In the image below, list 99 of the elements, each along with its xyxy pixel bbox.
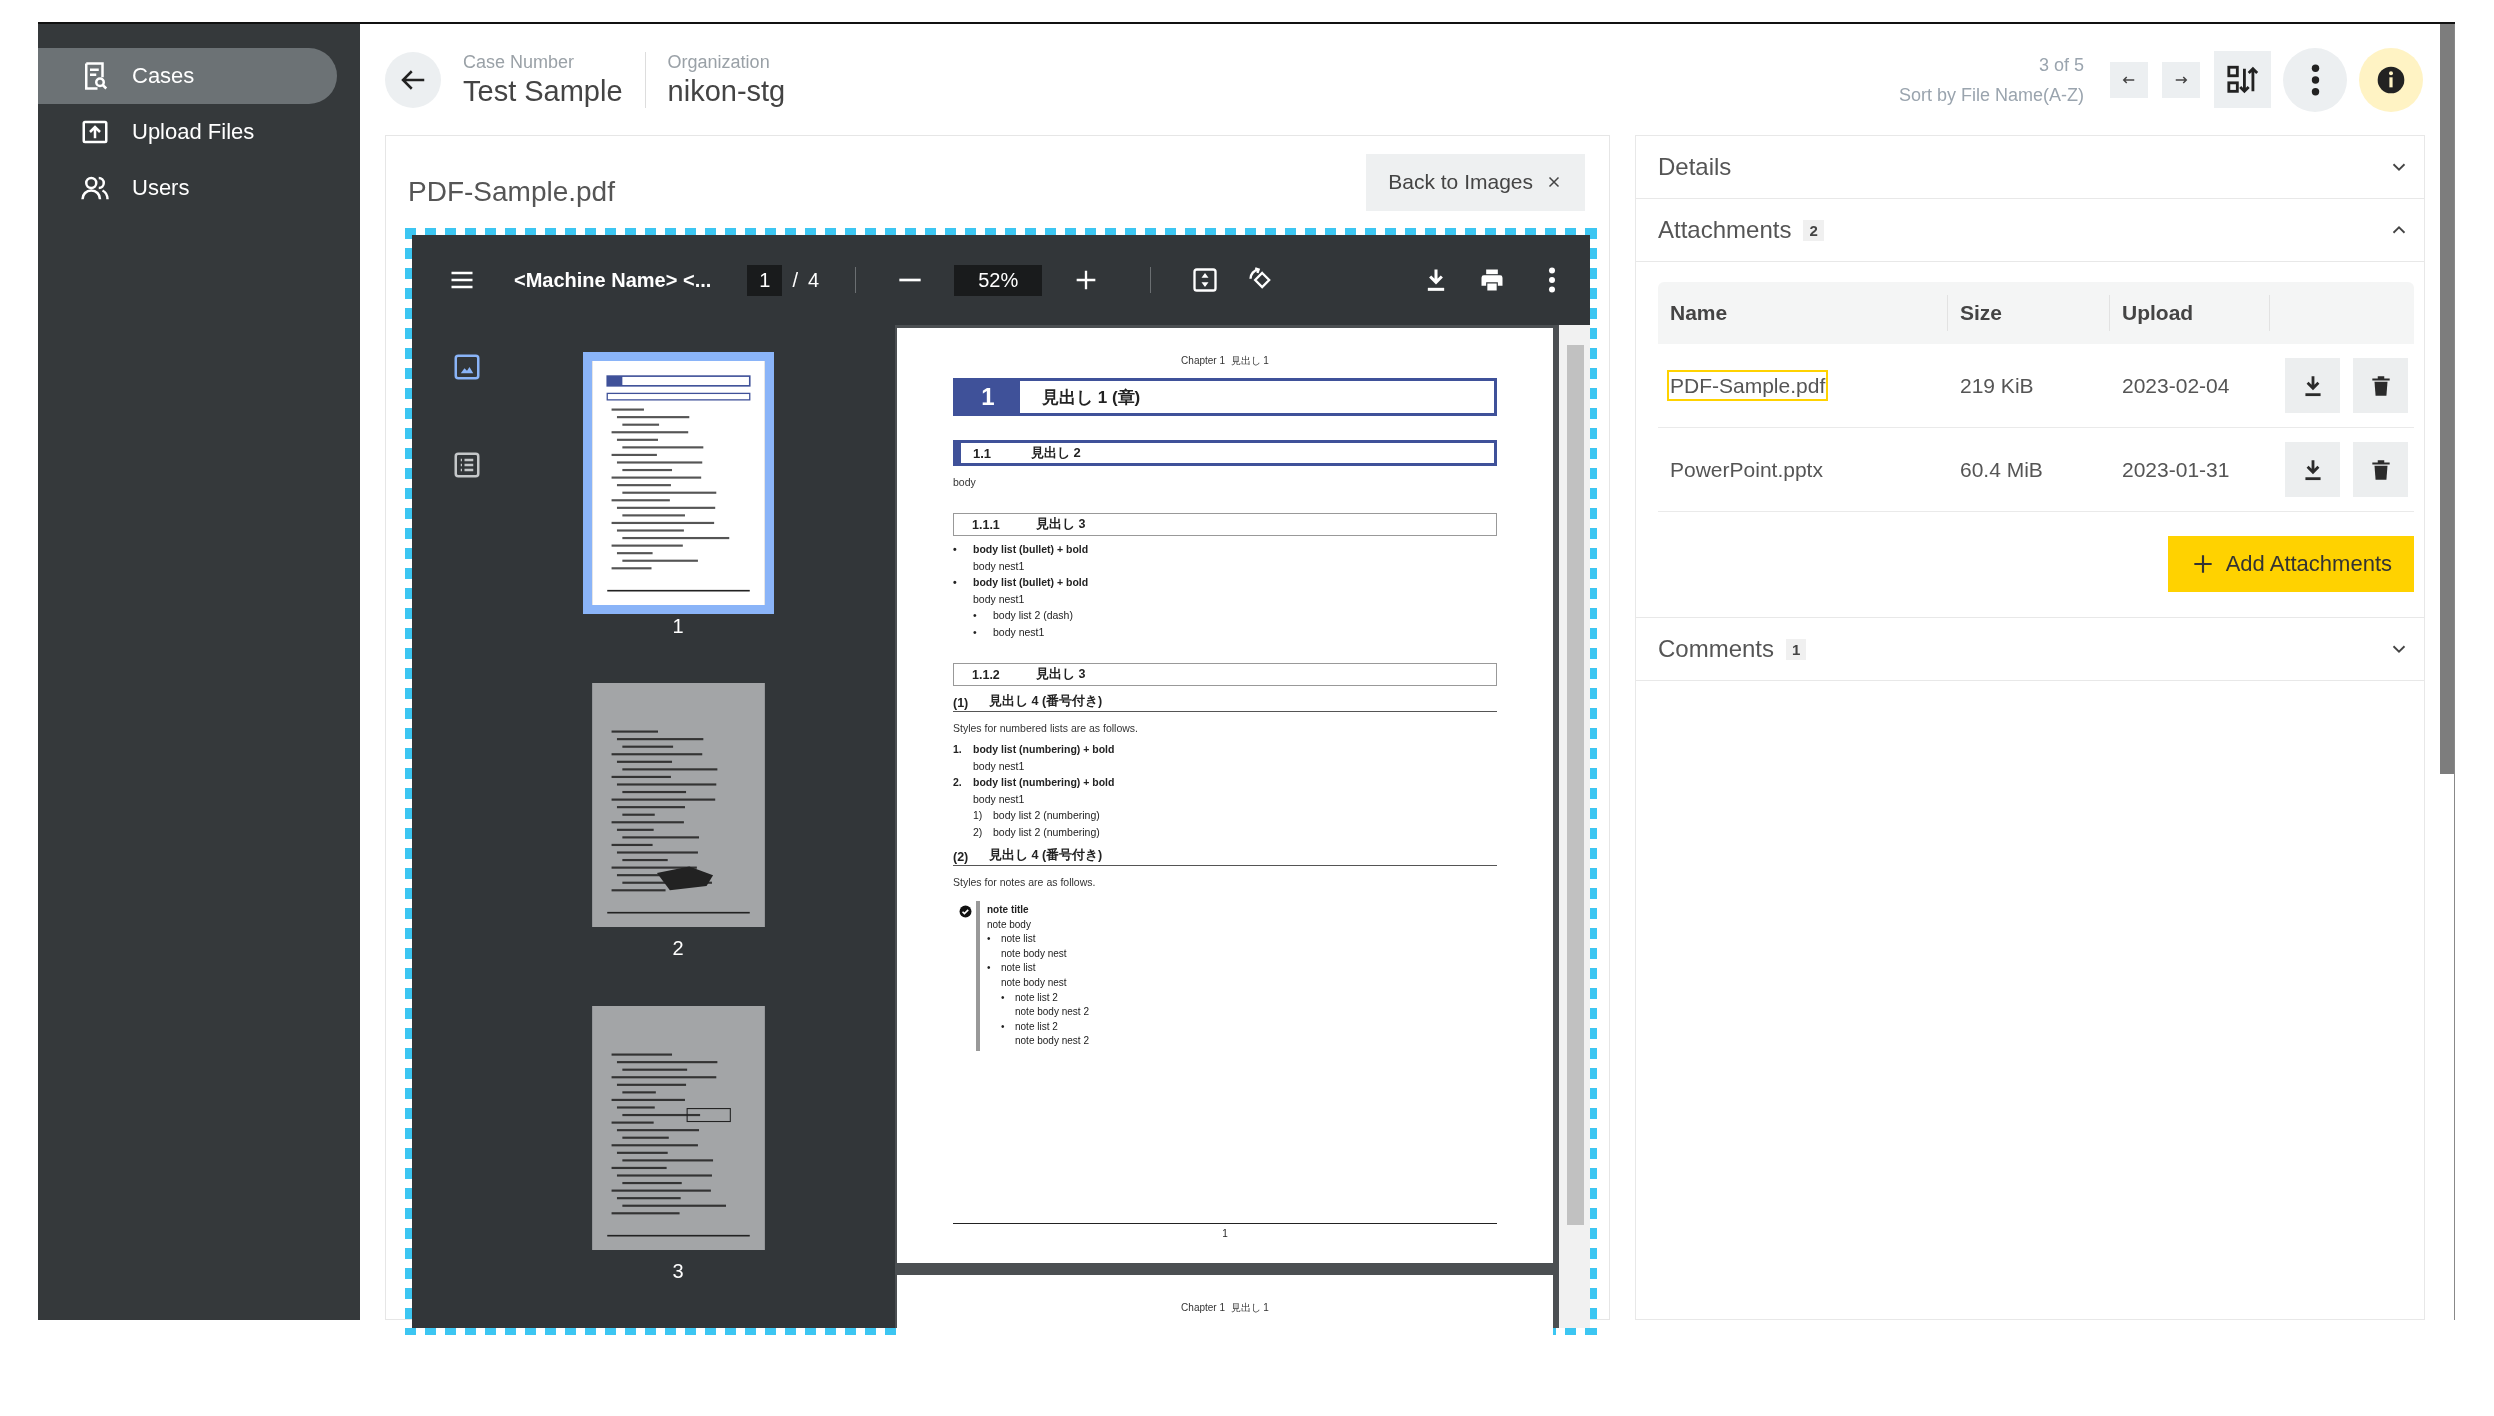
thumbnail-label: 3 <box>672 1259 684 1283</box>
list-marker: • <box>953 542 958 557</box>
check-circle-icon <box>959 905 972 918</box>
list-text: body list 2 (dash) <box>993 608 1073 623</box>
list-text: note list <box>1001 961 1036 976</box>
next-button[interactable] <box>2162 61 2200 98</box>
column-header: Size <box>1948 295 2110 331</box>
list-marker: 2) <box>973 824 984 840</box>
sort-label: Sort by File Name(A-Z) <box>1898 83 2084 107</box>
page-number: 1 <box>1221 1228 1229 1239</box>
list-icon <box>452 450 482 480</box>
list-text: body nest1 <box>993 624 1045 640</box>
fit-icon <box>1191 266 1220 294</box>
section-header[interactable]: Comments 1 <box>1636 618 2424 681</box>
thumbnail-label: 2 <box>672 937 684 961</box>
document-title: <Machine Name> <... <box>514 268 712 292</box>
file-name[interactable]: PowerPoint.pptx <box>1667 453 1826 485</box>
file-name[interactable]: PDF-Sample.pdf <box>1667 369 1829 401</box>
note-title: note title <box>987 903 1030 917</box>
list-text: note list <box>1001 932 1036 947</box>
heading-2: 1.1 見出し 2 <box>953 440 1497 466</box>
heading-4: (2) 見出し 4 (番号付き) <box>953 846 1497 866</box>
thumbnail-label: 1 <box>672 615 684 638</box>
list-marker: • <box>973 608 978 623</box>
download-button[interactable] <box>2285 442 2340 497</box>
running-header: Chapter 1 見出し 1 <box>1180 1301 1270 1315</box>
list-text: note list 2 <box>1015 1019 1058 1034</box>
sort-button[interactable] <box>2214 51 2271 108</box>
back-to-images-button[interactable]: Back to Images <box>1366 153 1585 211</box>
count-badge: 1 <box>1786 638 1807 660</box>
list-text: note body nest 2 <box>1015 1005 1089 1020</box>
chapter-heading: 1 見出し 1 (章) <box>953 378 1497 416</box>
nav-item[interactable]: Upload Files <box>38 104 337 160</box>
list-marker: • <box>987 961 992 976</box>
scrollbar[interactable] <box>1559 325 1590 1328</box>
more-icon <box>1548 267 1556 293</box>
list-marker: • <box>987 932 992 947</box>
add-attachments-button[interactable]: Add Attachments <box>2167 536 2414 592</box>
scrollbar[interactable] <box>2440 24 2455 1320</box>
list-text: body list 2 (numbering) <box>993 824 1100 840</box>
heading-3: 1.1.2 見出し 3 <box>953 663 1497 686</box>
table-cell-text: 2023-01-31 <box>2121 457 2231 482</box>
list-marker: 1) <box>973 808 984 823</box>
list-marker: 1. <box>953 742 963 757</box>
field-value: nikon-stg <box>667 74 786 108</box>
list-text: body list (numbering) + bold <box>973 775 1115 790</box>
list-text: body list 2 (numbering) <box>993 808 1100 823</box>
list-text: note body nest 2 <box>1015 1034 1089 1049</box>
list-text: body nest1 <box>973 758 1025 774</box>
list-marker: • <box>1001 1019 1006 1034</box>
field-value: Test Sample <box>463 74 623 108</box>
page-separator: / <box>792 268 798 292</box>
list-text: body nest1 <box>973 591 1025 607</box>
list-text: body list (numbering) + bold <box>973 742 1115 757</box>
page-count: 4 <box>808 268 820 292</box>
delete-button[interactable] <box>2353 358 2408 413</box>
page-thumbnail[interactable] <box>591 1005 765 1250</box>
list-marker: 2. <box>953 775 963 790</box>
running-header: Chapter 1 見出し 1 <box>1180 354 1270 368</box>
list-marker: • <box>973 624 978 640</box>
body-text: body <box>953 475 977 490</box>
column-header: Upload <box>2110 295 2270 331</box>
page-thumbnail[interactable] <box>582 352 774 614</box>
list-text: body list (bullet) + bold <box>973 575 1089 590</box>
delete-button[interactable] <box>2353 442 2408 497</box>
nav-item[interactable]: Users <box>38 160 337 216</box>
file-title: PDF-Sample.pdf <box>408 175 616 208</box>
minus-icon <box>898 278 923 282</box>
body-text: Styles for numbered lists are as follows. <box>953 721 1139 736</box>
heading-3: 1.1.1 見出し 3 <box>953 513 1497 536</box>
more-icon <box>2310 63 2320 96</box>
list-marker: • <box>953 575 958 590</box>
list-text: body nest1 <box>973 558 1025 574</box>
list-text: note list 2 <box>1015 990 1058 1005</box>
count-badge: 2 <box>1803 219 1824 241</box>
list-text: body list (bullet) + bold <box>973 542 1089 557</box>
field-label: Organization <box>667 51 771 73</box>
section-header[interactable]: Attachments 2 <box>1636 199 2424 262</box>
column-header: Name <box>1658 295 1948 331</box>
list-text: body nest1 <box>973 791 1025 807</box>
table-cell-text: 2023-02-04 <box>2121 373 2231 398</box>
section-header[interactable]: Details <box>1636 136 2424 199</box>
list-text: note body nest <box>1001 946 1067 961</box>
download-button[interactable] <box>2285 358 2340 413</box>
list-text: note body nest <box>1001 975 1067 990</box>
image-icon <box>452 352 482 382</box>
table-cell-text: 219 KiB <box>1959 373 2035 398</box>
previous-button[interactable] <box>2110 61 2148 98</box>
field-label: Case Number <box>463 51 576 73</box>
nav-item[interactable]: Cases <box>38 48 337 104</box>
heading-4: (1) 見出し 4 (番号付き) <box>953 692 1497 712</box>
list-marker: • <box>1001 990 1006 1005</box>
note-body: note body <box>987 917 1032 932</box>
page-thumbnail[interactable] <box>591 683 765 928</box>
table-cell-text: 60.4 MiB <box>1959 457 2044 482</box>
zoom-field[interactable]: 52% <box>954 264 1043 296</box>
page-input[interactable]: 1 <box>747 264 783 296</box>
body-text: Styles for notes are as follows. <box>953 875 1097 890</box>
position-label: 3 of 5 <box>2037 53 2084 77</box>
